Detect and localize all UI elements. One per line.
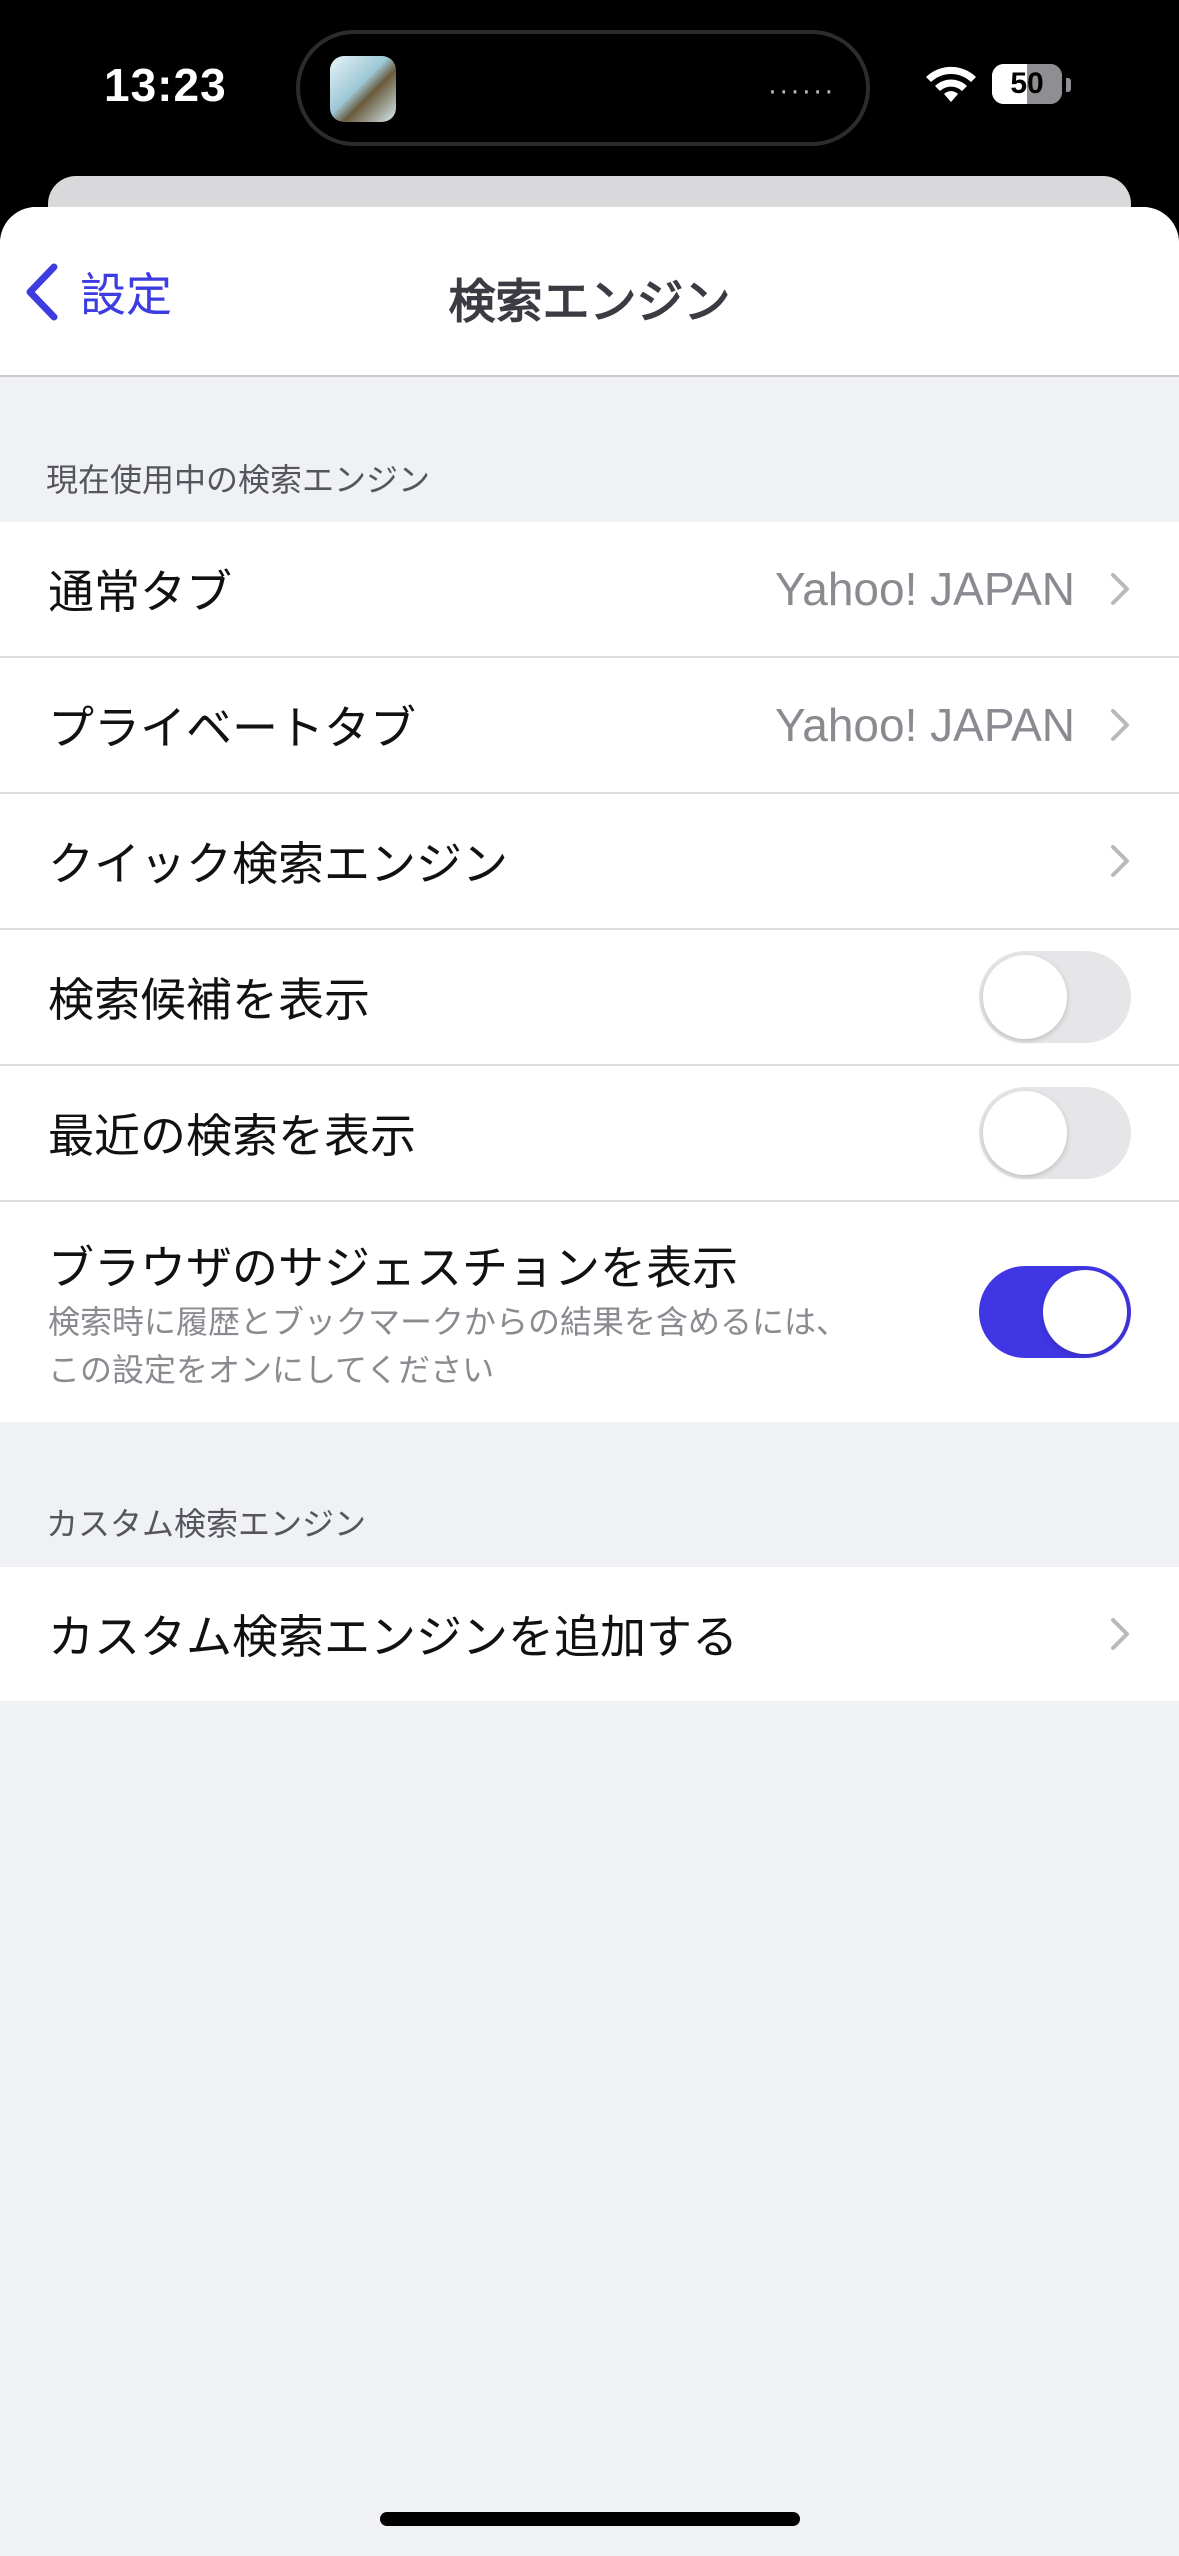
album-art-icon [330, 56, 396, 122]
description-line: この設定をオンにしてください [48, 1351, 495, 1389]
row-label: 通常タブ [48, 565, 232, 619]
row-normal-tab[interactable]: 通常タブ Yahoo! JAPAN [0, 522, 1179, 658]
wifi-icon [926, 66, 976, 102]
recent-searches-toggle[interactable] [979, 1087, 1131, 1179]
row-browser-suggestions: ブラウザのサジェスチョンを表示 検索時に履歴とブックマークからの結果を含めるには… [0, 1202, 1179, 1422]
custom-engine-group: カスタム検索エンジンを追加する [0, 1567, 1179, 1701]
row-add-custom-engine[interactable]: カスタム検索エンジンを追加する [0, 1567, 1179, 1701]
chevron-right-icon [1111, 1618, 1129, 1650]
chevron-right-icon [1111, 709, 1129, 741]
row-label: ブラウザのサジェスチョンを表示 [48, 1241, 738, 1295]
row-description: 検索時に履歴とブックマークからの結果を含めるには、 この設定をオンにしてください [48, 1298, 928, 1394]
description-line: 検索時に履歴とブックマークからの結果を含めるには、 [48, 1303, 849, 1341]
status-bar: 13:23 ······ 50 [0, 0, 1179, 180]
row-search-suggestions: 検索候補を表示 [0, 930, 1179, 1066]
row-recent-searches: 最近の検索を表示 [0, 1066, 1179, 1202]
chevron-right-icon [1111, 845, 1129, 877]
section-header-current: 現在使用中の検索エンジン [46, 461, 431, 499]
row-label: カスタム検索エンジンを追加する [48, 1610, 738, 1664]
audio-waveform-icon: ······ [768, 78, 836, 108]
dynamic-island[interactable]: ······ [296, 30, 870, 146]
home-indicator[interactable] [380, 2512, 800, 2526]
section-header-custom: カスタム検索エンジン [46, 1505, 367, 1543]
browser-suggestions-toggle[interactable] [979, 1266, 1131, 1358]
row-label: プライベートタブ [48, 701, 416, 755]
battery-level: 50 [1010, 67, 1044, 100]
row-label: 検索候補を表示 [48, 973, 370, 1027]
battery-icon: 50 [992, 64, 1062, 104]
settings-sheet: 設定 検索エンジン 現在使用中の検索エンジン 通常タブ Yahoo! JAPAN… [0, 207, 1179, 2556]
chevron-right-icon [1111, 573, 1129, 605]
row-value: Yahoo! JAPAN [774, 699, 1075, 751]
page-title: 検索エンジン [448, 275, 731, 330]
row-label: 最近の検索を表示 [48, 1109, 416, 1163]
navigation-bar: 設定 検索エンジン [0, 207, 1179, 377]
row-quick-search-engine[interactable]: クイック検索エンジン [0, 794, 1179, 930]
row-label: クイック検索エンジン [48, 837, 508, 891]
current-engine-group: 通常タブ Yahoo! JAPAN プライベートタブ Yahoo! JAPAN … [0, 522, 1179, 1422]
battery-nub [1066, 78, 1071, 92]
search-suggestions-toggle[interactable] [979, 951, 1131, 1043]
status-time: 13:23 [104, 59, 227, 111]
row-private-tab[interactable]: プライベートタブ Yahoo! JAPAN [0, 658, 1179, 794]
row-value: Yahoo! JAPAN [774, 563, 1075, 615]
